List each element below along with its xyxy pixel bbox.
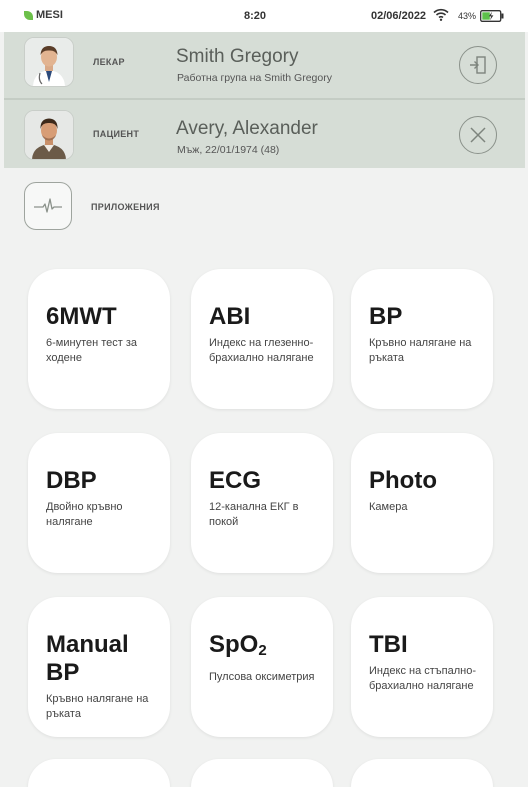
apps-label: ПРИЛОЖЕНИЯ (91, 202, 160, 212)
tile-description: Кръвно налягане на ръката (46, 693, 149, 720)
tile-title: ECG (209, 467, 262, 494)
logout-button[interactable] (459, 46, 497, 84)
doctor-label: ЛЕКАР (93, 57, 125, 67)
tile-description: Индекс на стъпално-брахиално налягане (369, 665, 477, 692)
status-bar: MESI 8:20 02/06/2022 43% (0, 0, 528, 32)
patient-portrait-icon (25, 111, 73, 159)
app-tile-bp[interactable]: BP Кръвно налягане на ръката (351, 269, 493, 409)
logout-icon (470, 56, 486, 74)
brand-name: MESI (36, 9, 63, 21)
battery-charging-icon (480, 10, 504, 22)
tile-title: ABI (209, 303, 251, 330)
doctor-avatar (24, 37, 74, 87)
clock: 8:20 (244, 10, 267, 22)
tile-description: Двойно кръвно налягане (46, 501, 123, 528)
app-tile-partial[interactable] (351, 759, 493, 787)
tile-description: 12-канална ЕКГ в покой (209, 501, 299, 528)
tile-description: Индекс на глезенно-брахиално налягане (209, 337, 314, 364)
tile-title-subscript: 2 (258, 642, 267, 659)
apps-section-header: ПРИЛОЖЕНИЯ (0, 168, 528, 248)
tile-title: 6MWT (46, 303, 117, 330)
leaf-icon (24, 10, 33, 20)
tile-description: Пулсова оксиметрия (209, 671, 315, 683)
tile-description: 6-минутен тест за ходене (46, 337, 138, 364)
app-tile-manual-bp[interactable]: Manual BP Кръвно налягане на ръката (28, 597, 170, 737)
app-tile-spo2[interactable]: SpO2 Пулсова оксиметрия (191, 597, 333, 737)
battery-percent: 43% (458, 11, 477, 21)
patient-row[interactable]: ПАЦИЕНТ Avery, Alexander Мъж, 22/01/1974… (4, 100, 525, 168)
tile-title: Manual BP (46, 631, 129, 686)
tile-title: SpO2 (209, 631, 319, 665)
app-tile-abi[interactable]: ABI Индекс на глезенно-брахиално наляган… (191, 269, 333, 409)
doctor-name: Smith Gregory (176, 46, 299, 67)
doctor-workgroup: Работна група на Smith Gregory (177, 72, 332, 84)
tile-title: TBI (369, 631, 408, 658)
app-tile-ecg[interactable]: ECG 12-канална ЕКГ в покой (191, 433, 333, 573)
close-patient-button[interactable] (459, 116, 497, 154)
close-icon (470, 127, 486, 143)
apps-icon-box (24, 182, 72, 230)
patient-label: ПАЦИЕНТ (93, 129, 140, 139)
app-tile-photo[interactable]: Photo Камера (351, 433, 493, 573)
patient-details: Мъж, 22/01/1974 (48) (177, 144, 280, 156)
brand-logo: MESI (24, 9, 63, 21)
date: 02/06/2022 (371, 10, 427, 22)
patient-name: Avery, Alexander (176, 118, 318, 139)
tile-description: Кръвно налягане на ръката (369, 337, 472, 364)
tile-title: DBP (46, 467, 97, 494)
app-tile-partial[interactable] (28, 759, 170, 787)
tile-title-main: SpO (209, 631, 259, 658)
tile-title: Photo (369, 467, 437, 494)
app-tile-partial[interactable] (191, 759, 333, 787)
tile-description: Камера (369, 501, 408, 513)
app-tile-tbi[interactable]: TBI Индекс на стъпално-брахиално наляган… (351, 597, 493, 737)
wifi-icon (433, 8, 449, 21)
doctor-portrait-icon (25, 38, 73, 86)
app-tile-6mwt[interactable]: 6MWT 6-минутен тест за ходене (28, 269, 170, 409)
tile-title: BP (369, 303, 403, 330)
ecg-wave-icon (34, 198, 62, 213)
doctor-row[interactable]: ЛЕКАР Smith Gregory Работна група на Smi… (4, 32, 525, 98)
app-tile-dbp[interactable]: DBP Двойно кръвно налягане (28, 433, 170, 573)
patient-avatar (24, 110, 74, 160)
